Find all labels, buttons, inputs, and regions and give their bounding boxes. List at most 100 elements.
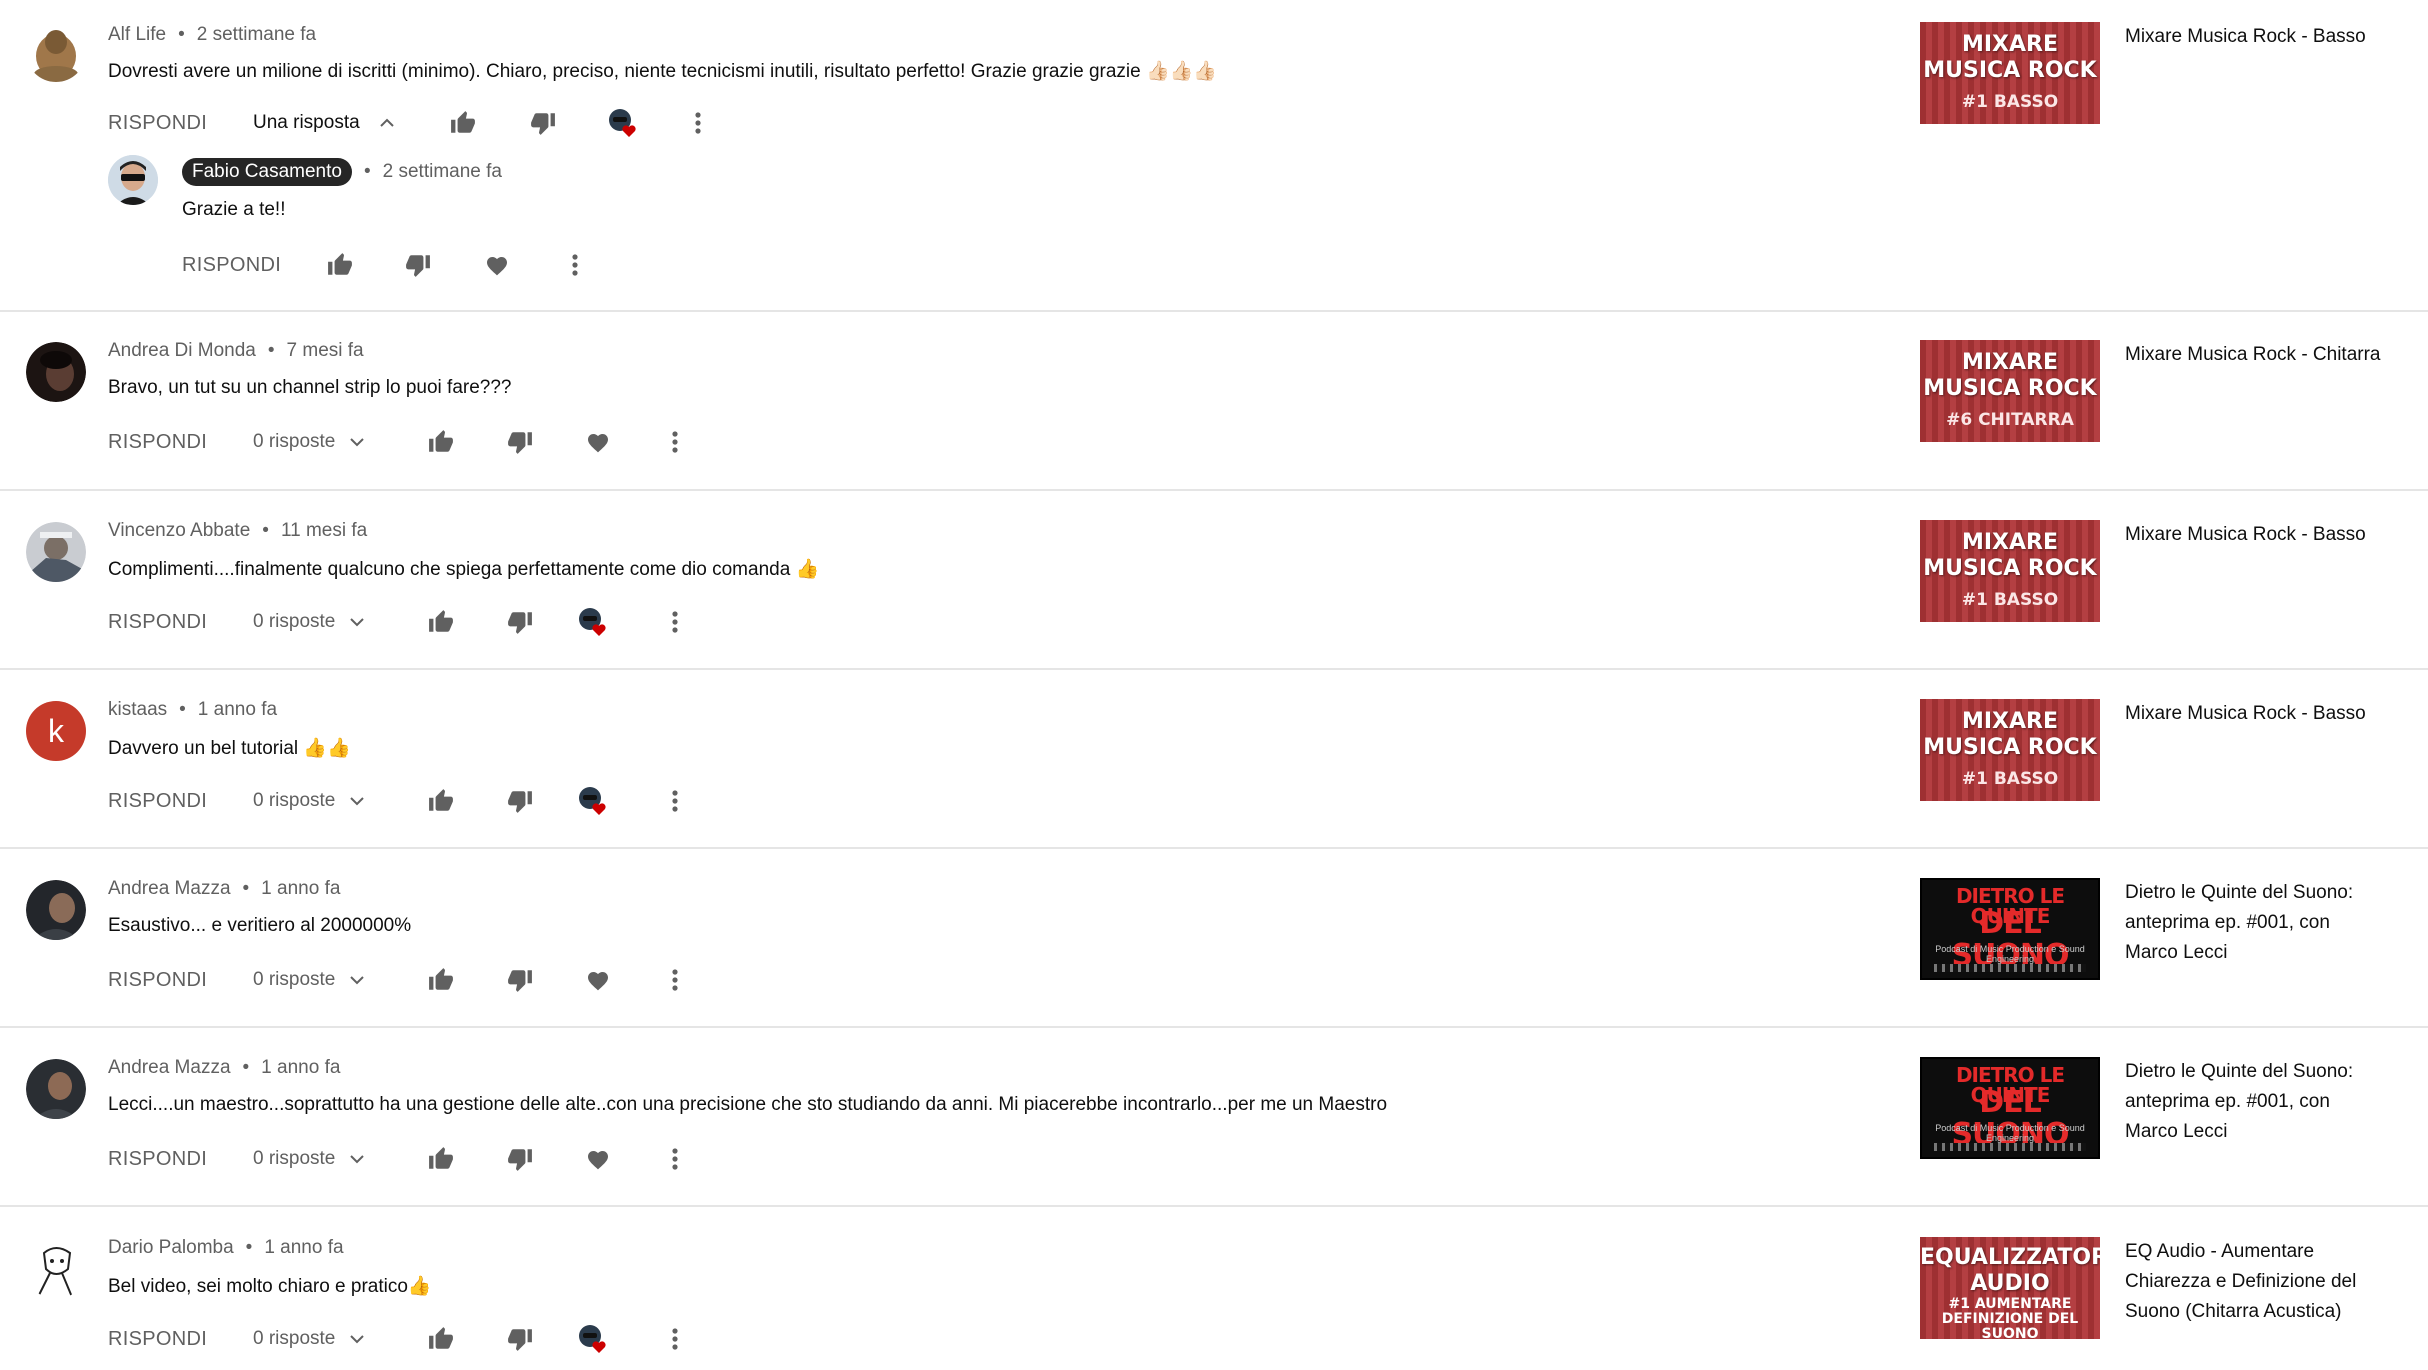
creator-heart-button[interactable]	[573, 602, 613, 642]
reply-button[interactable]: RISPONDI	[108, 960, 207, 1000]
thumb-line3: #6 CHITARRA	[1946, 410, 2074, 430]
heart-button[interactable]	[578, 422, 618, 462]
like-button[interactable]	[443, 103, 483, 143]
thumb-line3: #1 BASSO	[1961, 92, 2059, 112]
heart-button[interactable]	[578, 1139, 618, 1179]
replies-toggle[interactable]: 0 risposte	[253, 602, 365, 642]
video-title[interactable]: Mixare Musica Rock - Chitarra	[2125, 340, 2385, 370]
thumb-down-icon	[508, 612, 532, 634]
replies-toggle[interactable]: 0 risposte	[253, 1319, 365, 1359]
author-name[interactable]: Andrea Mazza	[108, 1057, 231, 1078]
author-name-creator-badge[interactable]: Fabio Casamento	[182, 158, 352, 186]
replies-count: 0 risposte	[253, 431, 336, 453]
creator-heart-button[interactable]	[573, 1319, 613, 1359]
replies-toggle[interactable]: 0 risposte	[253, 422, 365, 462]
timestamp[interactable]: 2 settimane fa	[197, 24, 316, 45]
video-title[interactable]: EQ Audio - Aumentare Chiarezza e Definiz…	[2125, 1237, 2385, 1327]
avatar[interactable]	[26, 522, 86, 582]
author-name[interactable]: Andrea Mazza	[108, 878, 231, 899]
dislike-button[interactable]	[500, 781, 540, 821]
video-title[interactable]: Mixare Musica Rock - Basso	[2125, 699, 2385, 729]
author-name[interactable]: Vincenzo Abbate	[108, 520, 250, 541]
replies-count: 0 risposte	[253, 790, 336, 812]
avatar[interactable]	[26, 1059, 86, 1119]
like-button[interactable]	[421, 1139, 461, 1179]
dislike-button[interactable]	[500, 1319, 540, 1359]
thumb-down-icon	[508, 432, 532, 454]
more-vert-icon[interactable]	[678, 103, 718, 143]
replies-toggle[interactable]: Una risposta	[253, 103, 395, 143]
like-button[interactable]	[421, 602, 461, 642]
author-name[interactable]: Dario Palomba	[108, 1237, 234, 1258]
timestamp[interactable]: 1 anno fa	[261, 878, 340, 899]
timestamp[interactable]: 2 settimane fa	[383, 161, 502, 182]
more-options-button[interactable]	[655, 1139, 695, 1179]
avatar[interactable]	[26, 880, 86, 940]
thumb-line2: MUSICA ROCK	[1923, 556, 2097, 581]
replies-toggle[interactable]: 0 risposte	[253, 781, 365, 821]
dislike-button[interactable]	[500, 960, 540, 1000]
video-thumbnail[interactable]: DIETRO LE QUINTE DEL SUONO Podcast di Musi…	[1920, 1057, 2100, 1159]
dislike-button[interactable]	[500, 422, 540, 462]
like-button[interactable]	[421, 422, 461, 462]
video-title[interactable]: Dietro le Quinte del Suono: anteprima ep…	[2125, 1057, 2385, 1147]
video-thumbnail[interactable]: DIETRO LE QUINTE DEL SUONO Podcast di Musi…	[1920, 878, 2100, 980]
thumb-line1: MIXARE	[1961, 32, 2059, 57]
thumb-up-icon	[451, 111, 475, 133]
avatar[interactable]	[26, 342, 86, 402]
more-options-button[interactable]	[655, 602, 695, 642]
heart-button[interactable]	[477, 245, 517, 285]
more-options-button[interactable]	[655, 1319, 695, 1359]
replies-count: 0 risposte	[253, 1328, 336, 1350]
reply-button[interactable]: RISPONDI	[108, 781, 207, 821]
video-title[interactable]: Mixare Musica Rock - Basso	[2125, 22, 2385, 52]
heart-icon	[588, 972, 608, 991]
thumb-up-icon	[429, 789, 453, 811]
reply-button[interactable]: RISPONDI	[108, 103, 207, 143]
like-button[interactable]	[320, 245, 360, 285]
avatar[interactable]: k	[26, 701, 86, 761]
video-thumbnail[interactable]: MIXARE MUSICA ROCK #1 BASSO	[1920, 520, 2100, 622]
like-button[interactable]	[421, 781, 461, 821]
author-name[interactable]: Andrea Di Monda	[108, 340, 256, 361]
creator-heart-button[interactable]	[573, 781, 613, 821]
dislike-button[interactable]	[523, 103, 563, 143]
video-thumbnail[interactable]: EQUALIZZATOREAUDIO#1 AUMENTARE DEFINIZIO…	[1920, 1237, 2100, 1339]
dislike-button[interactable]	[398, 245, 438, 285]
heart-button[interactable]	[578, 960, 618, 1000]
dislike-button[interactable]	[500, 602, 540, 642]
timestamp[interactable]: 7 mesi fa	[287, 340, 364, 361]
avatar[interactable]	[26, 1239, 86, 1299]
video-thumbnail[interactable]: MIXARE MUSICA ROCK #1 BASSO	[1920, 699, 2100, 801]
video-thumbnail[interactable]: MIXARE MUSICA ROCK #6 CHITARRA	[1920, 340, 2100, 442]
thumb-down-icon	[508, 791, 532, 813]
timestamp[interactable]: 11 mesi fa	[281, 520, 367, 541]
video-title[interactable]: Dietro le Quinte del Suono: anteprima ep…	[2125, 878, 2385, 968]
like-button[interactable]	[421, 960, 461, 1000]
video-title[interactable]: Mixare Musica Rock - Basso	[2125, 520, 2385, 550]
more-options-button[interactable]	[655, 781, 695, 821]
creator-heart-icon[interactable]	[603, 103, 643, 143]
avatar[interactable]	[26, 22, 86, 82]
thumb-line1: MIXARE	[1961, 709, 2059, 734]
timestamp[interactable]: 1 anno fa	[261, 1057, 340, 1078]
replies-toggle[interactable]: 0 risposte	[253, 960, 365, 1000]
timestamp[interactable]: 1 anno fa	[198, 699, 277, 720]
author-name[interactable]: Alf Life	[108, 24, 166, 45]
reply-button[interactable]: RISPONDI	[108, 602, 207, 642]
more-options-button[interactable]	[655, 960, 695, 1000]
replies-toggle[interactable]: 0 risposte	[253, 1139, 365, 1179]
video-thumbnail[interactable]: MIXARE MUSICA ROCK #1 BASSO	[1920, 22, 2100, 124]
reply-avatar[interactable]	[108, 155, 158, 205]
more-vert-icon[interactable]	[555, 245, 595, 285]
thumb-line2: MUSICA ROCK	[1923, 376, 2097, 401]
more-options-button[interactable]	[655, 422, 695, 462]
reply-button[interactable]: RISPONDI	[108, 1319, 207, 1359]
reply-button[interactable]: RISPONDI	[108, 1139, 207, 1179]
author-name[interactable]: kistaas	[108, 699, 167, 720]
dislike-button[interactable]	[500, 1139, 540, 1179]
timestamp[interactable]: 1 anno fa	[264, 1237, 343, 1258]
like-button[interactable]	[421, 1319, 461, 1359]
reply-button[interactable]: RISPONDI	[182, 245, 281, 285]
reply-button[interactable]: RISPONDI	[108, 422, 207, 462]
